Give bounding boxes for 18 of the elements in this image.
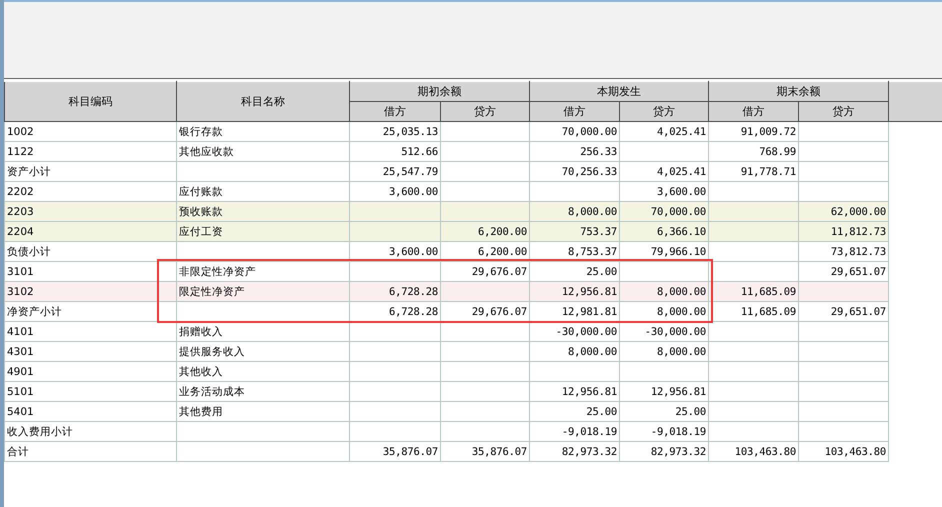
column-header: 贷方 xyxy=(620,102,708,122)
column-group-header: 期末余额 xyxy=(708,82,888,102)
column-header: 借方 xyxy=(708,102,798,122)
column-group-header: 本期发生 xyxy=(530,82,708,102)
table-cell: 35,876.07 xyxy=(440,442,530,462)
column-header: 借方 xyxy=(350,102,440,122)
column-header: 科目编码 xyxy=(4,82,176,122)
table-cell: 82,973.32 xyxy=(620,442,708,462)
column-header: 贷方 xyxy=(440,102,530,122)
column-header: 贷方 xyxy=(798,102,888,122)
column-group-header: 期初余额 xyxy=(350,82,530,102)
table-cell: 合计 xyxy=(4,442,176,462)
table-cell: 82,973.32 xyxy=(530,442,620,462)
column-header: 科目名称 xyxy=(176,82,350,122)
table-cell: 103,463.80 xyxy=(798,442,888,462)
table-cell: 103,463.80 xyxy=(708,442,798,462)
table-cell: 35,876.07 xyxy=(350,442,440,462)
column-header: 借方 xyxy=(530,102,620,122)
